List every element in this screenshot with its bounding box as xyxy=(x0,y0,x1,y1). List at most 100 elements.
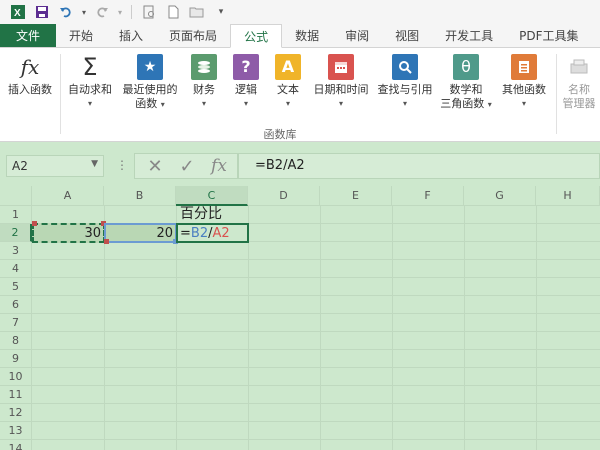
financial-icon xyxy=(191,54,217,80)
gridline xyxy=(32,331,600,332)
lookup-reference-button[interactable]: 查找与引用 ▾ xyxy=(374,54,436,111)
gridline xyxy=(536,206,537,450)
name-box[interactable]: A2 ▼ xyxy=(6,155,104,177)
tab-file[interactable]: 文件 xyxy=(0,24,57,47)
cell-a2[interactable]: 30 xyxy=(32,223,105,243)
formula-bar-grip-icon[interactable]: ⋮ xyxy=(116,158,128,172)
cancel-icon[interactable]: ✕ xyxy=(140,154,170,178)
chevron-down-icon: ▾ xyxy=(487,100,492,109)
gridline xyxy=(32,277,600,278)
reference-handle[interactable] xyxy=(104,239,109,244)
question-icon: ? xyxy=(233,54,259,80)
row-header-8[interactable]: 8 xyxy=(0,332,32,350)
cell-c2[interactable]: =B2/A2 xyxy=(176,223,249,243)
column-header-d[interactable]: D xyxy=(248,186,320,206)
spreadsheet-grid[interactable]: A B C D E F G H 1 2 3 4 5 6 7 8 9 10 11 … xyxy=(0,186,600,450)
name-manager-button[interactable]: 名称 管理器 xyxy=(558,54,600,111)
chevron-down-icon: ▾ xyxy=(201,99,206,108)
row-header-11[interactable]: 11 xyxy=(0,386,32,404)
row-header-13[interactable]: 13 xyxy=(0,422,32,440)
row-header-7[interactable]: 7 xyxy=(0,314,32,332)
financial-button[interactable]: 财务 ▾ xyxy=(186,54,222,111)
tab-formulas[interactable]: 公式 xyxy=(230,24,283,48)
row-header-1[interactable]: 1 xyxy=(0,206,32,224)
row-header-4[interactable]: 4 xyxy=(0,260,32,278)
cell-c1[interactable]: 百分比 xyxy=(180,205,250,223)
recently-used-button[interactable]: ★ 最近使用的 函数 ▾ xyxy=(118,54,182,112)
gridline xyxy=(32,295,600,296)
ribbon-separator xyxy=(60,54,61,134)
print-preview-icon[interactable] xyxy=(139,2,159,22)
text-button[interactable]: A 文本 ▾ xyxy=(270,54,306,111)
chevron-down-icon[interactable]: ▼ xyxy=(91,159,98,169)
customize-icon[interactable]: ▾ xyxy=(211,2,231,22)
tab-data[interactable]: 数据 xyxy=(282,24,332,47)
tab-pdf-tools[interactable]: PDF工具集 xyxy=(506,24,591,47)
formula-input[interactable]: =B2/A2 xyxy=(238,153,600,179)
column-header-e[interactable]: E xyxy=(320,186,392,206)
svg-text:X: X xyxy=(14,8,21,19)
more-functions-label: 其他函数 xyxy=(502,83,546,96)
undo-dropdown-icon[interactable]: ▾ xyxy=(80,2,88,22)
function-library-group-label: 函数库 xyxy=(263,128,297,141)
toolbar-separator xyxy=(131,5,132,19)
enter-icon[interactable]: ✓ xyxy=(172,154,202,178)
insert-function-button[interactable]: fx 插入函数 xyxy=(4,54,56,97)
reference-handle[interactable] xyxy=(32,221,37,226)
text-label: 文本 xyxy=(277,83,299,96)
column-header-h[interactable]: H xyxy=(536,186,600,206)
row-header-10[interactable]: 10 xyxy=(0,368,32,386)
row-header-5[interactable]: 5 xyxy=(0,278,32,296)
row-header-9[interactable]: 9 xyxy=(0,350,32,368)
column-header-f[interactable]: F xyxy=(392,186,464,206)
tab-review[interactable]: 审阅 xyxy=(332,24,382,47)
excel-logo-icon: X xyxy=(8,2,28,22)
tab-page-layout[interactable]: 页面布局 xyxy=(156,24,230,47)
financial-label: 财务 xyxy=(193,83,215,96)
gridline xyxy=(32,367,600,368)
new-file-icon[interactable] xyxy=(163,2,183,22)
cell-b2[interactable]: 20 xyxy=(104,223,177,243)
more-functions-button[interactable]: 其他函数 ▾ xyxy=(496,54,552,111)
gridline xyxy=(32,439,600,440)
star-icon: ★ xyxy=(137,54,163,80)
undo-icon[interactable] xyxy=(56,2,76,22)
lookup-reference-label: 查找与引用 xyxy=(377,83,433,96)
autosum-button[interactable]: Σ 自动求和 ▾ xyxy=(64,54,116,111)
row-header-14[interactable]: 14 xyxy=(0,440,32,450)
gridline xyxy=(392,206,393,450)
tab-insert[interactable]: 插入 xyxy=(106,24,156,47)
select-all-corner[interactable] xyxy=(0,186,32,206)
insert-function-fx-icon[interactable]: fx xyxy=(204,154,234,178)
save-icon[interactable] xyxy=(32,2,52,22)
math-trig-label-1: 数学和 xyxy=(449,83,483,96)
column-header-a[interactable]: A xyxy=(32,186,104,206)
logical-button[interactable]: ? 逻辑 ▾ xyxy=(228,54,264,111)
tab-view[interactable]: 视图 xyxy=(382,24,432,47)
recently-used-label-2: 函数 xyxy=(135,97,158,110)
quick-access-toolbar: X ▾ ▾ ▾ xyxy=(0,0,600,24)
row-header-6[interactable]: 6 xyxy=(0,296,32,314)
calendar-icon xyxy=(328,54,354,80)
row-header-12[interactable]: 12 xyxy=(0,404,32,422)
open-folder-icon[interactable] xyxy=(187,2,207,22)
row-header-3[interactable]: 3 xyxy=(0,242,32,260)
gridline xyxy=(32,385,600,386)
column-header-c[interactable]: C xyxy=(176,186,248,206)
autosum-label: 自动求和 xyxy=(68,83,112,96)
row-header-2[interactable]: 2 xyxy=(0,224,32,242)
gridline xyxy=(32,403,600,404)
recently-used-label-1: 最近使用的 xyxy=(122,83,178,96)
date-time-button[interactable]: 日期和时间 ▾ xyxy=(308,54,374,111)
column-header-g[interactable]: G xyxy=(464,186,536,206)
redo-dropdown-icon[interactable]: ▾ xyxy=(116,2,124,22)
tab-developer[interactable]: 开发工具 xyxy=(432,24,506,47)
name-manager-icon xyxy=(566,54,592,80)
redo-icon[interactable] xyxy=(92,2,112,22)
math-trig-button[interactable]: θ 数学和 三角函数 ▾ xyxy=(438,54,494,112)
magnifier-icon xyxy=(392,54,418,80)
column-header-b[interactable]: B xyxy=(104,186,176,206)
tab-home[interactable]: 开始 xyxy=(56,24,106,47)
formula-ref-b2: B2 xyxy=(190,226,209,241)
formula-bar: A2 ▼ ⋮ ✕ ✓ fx =B2/A2 xyxy=(0,142,600,186)
